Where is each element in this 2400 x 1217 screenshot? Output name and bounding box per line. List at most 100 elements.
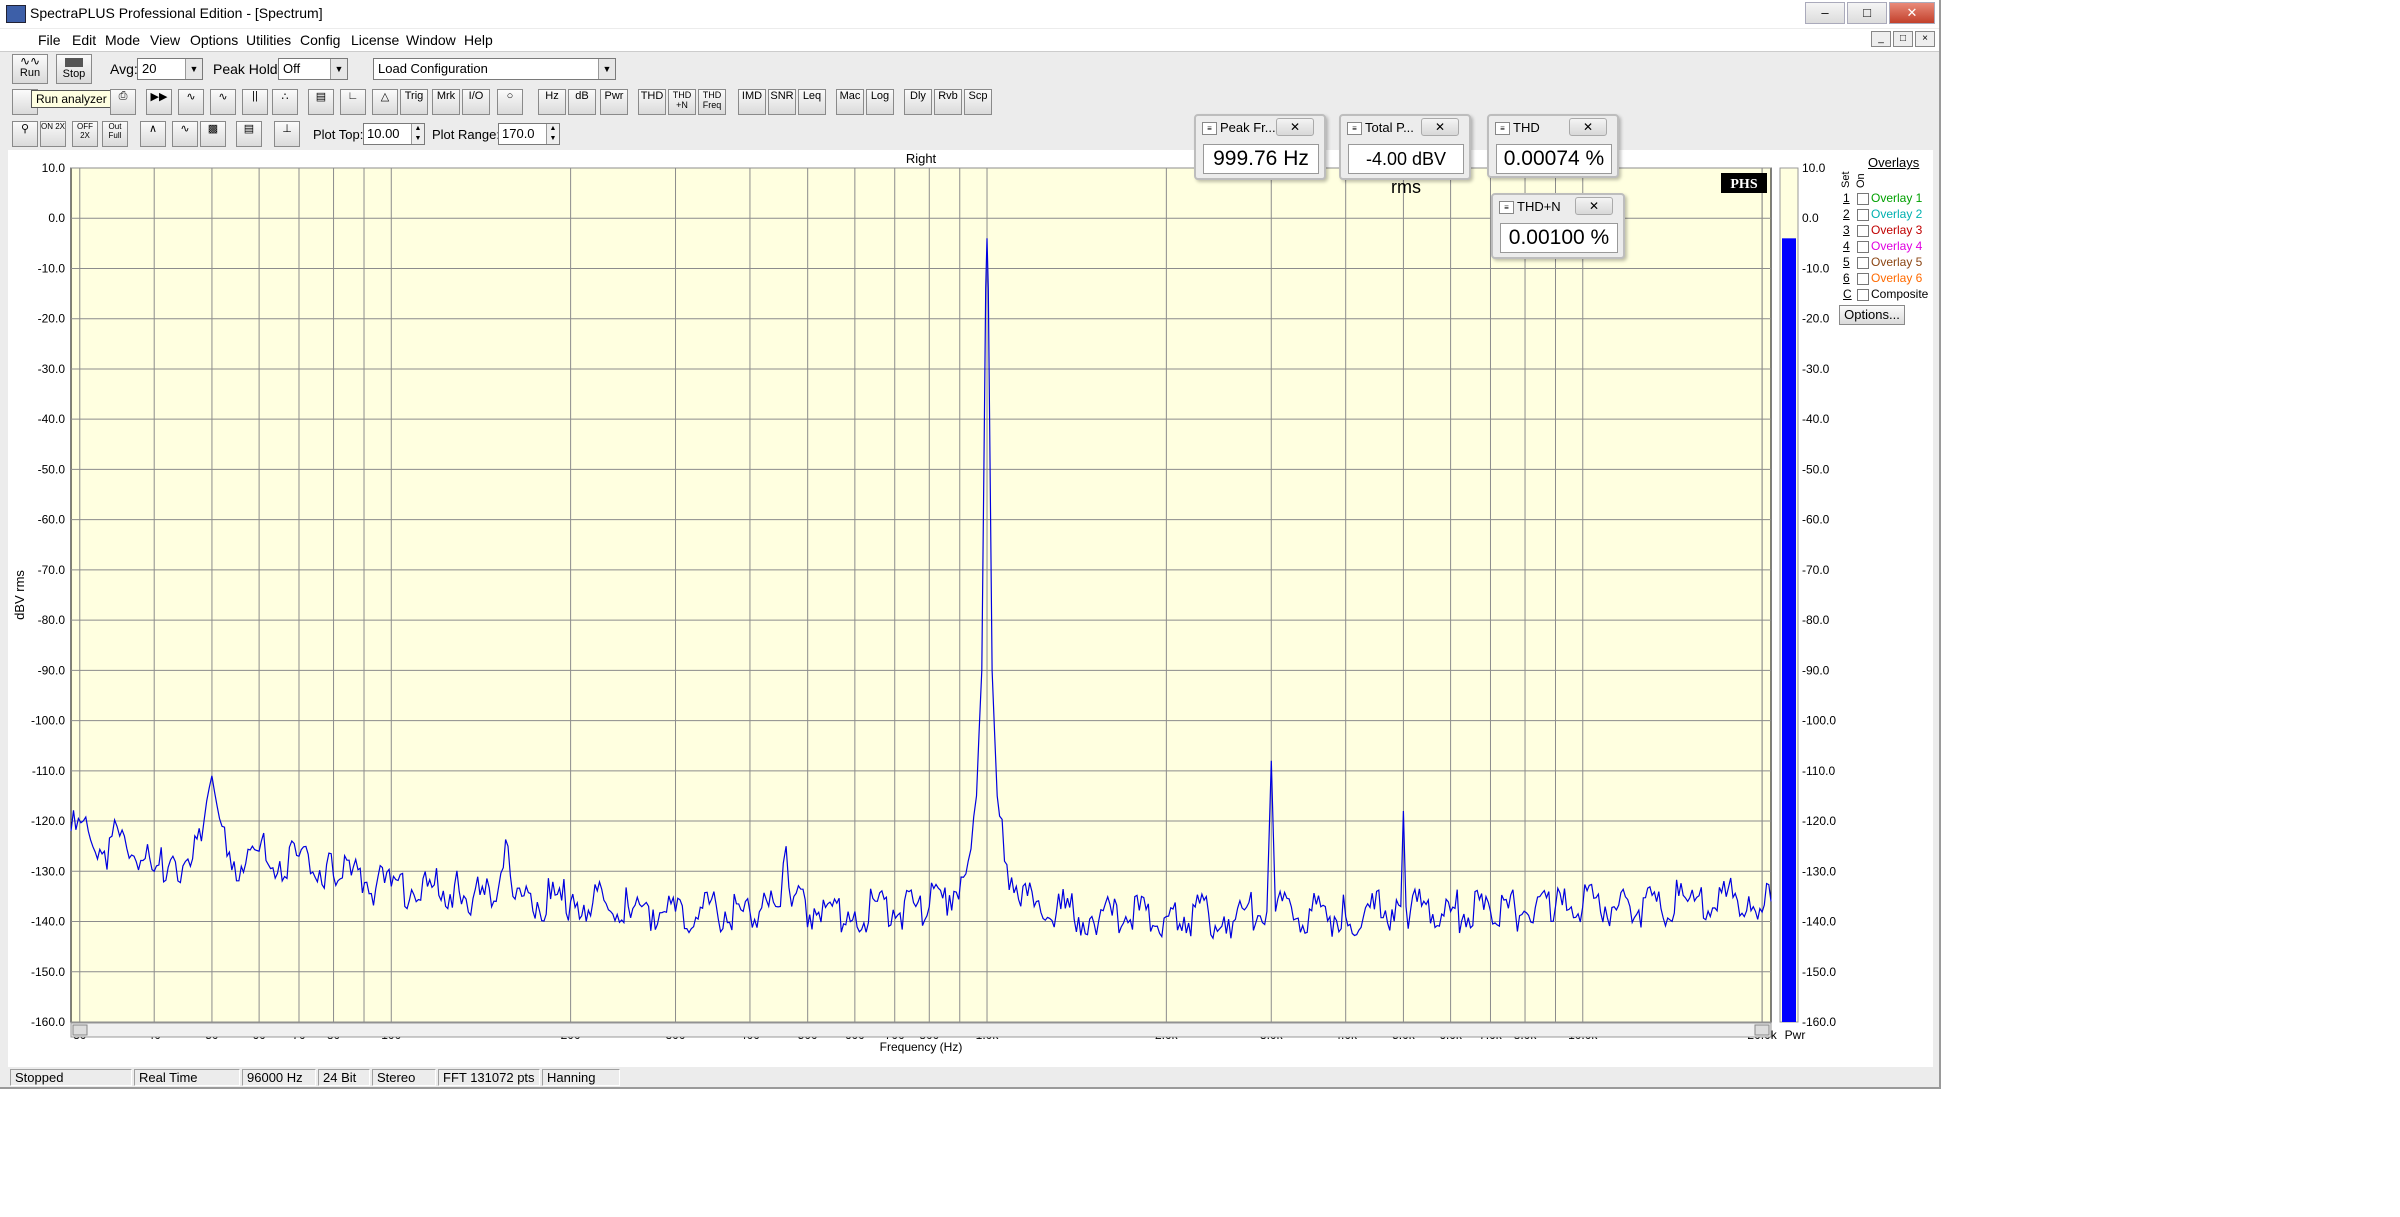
db-button[interactable]: dB [568,89,596,115]
log-button[interactable]: Log [866,89,894,115]
menu-config[interactable]: Config [300,32,340,48]
peak-icon[interactable]: ∧ [140,121,166,147]
plot-settings-icon[interactable]: ▤ [308,89,334,115]
mdi-close-button[interactable]: × [1915,31,1935,47]
zoom-icon[interactable]: ⚲ [12,121,38,147]
thd-title: THD [1513,120,1540,135]
meter-menu-icon[interactable]: ≡ [1499,201,1514,214]
peak-hold-select[interactable]: Off ▼ [278,58,348,80]
overlay-checkbox[interactable] [1857,289,1869,301]
menu-utilities[interactable]: Utilities [246,32,291,48]
weighting-icon[interactable]: △ [372,89,398,115]
table-icon[interactable]: ▤ [236,121,262,147]
thd-meter[interactable]: ≡ THD ✕ 0.00074 % [1487,114,1619,178]
reverb-button[interactable]: Rvb [934,89,962,115]
maximize-button[interactable]: □ [1847,2,1887,24]
run-button[interactable]: ∿∿ Run [12,54,48,84]
thd-plus-n-title: THD+N [1517,199,1561,214]
scroll-right-button [1754,1024,1770,1036]
close-icon[interactable]: ✕ [1276,118,1314,136]
overlay-checkbox[interactable] [1857,193,1869,205]
spinner-arrows-icon: ▲ ▼ [546,124,559,144]
overlay-set-number[interactable]: C [1843,287,1853,301]
zoom-out-full-button[interactable]: Out Full [102,121,128,147]
close-icon[interactable]: ✕ [1575,197,1613,215]
delay-button[interactable]: Dly [904,89,932,115]
waveform-icon[interactable]: ∿ [172,121,198,147]
plot-range-input[interactable]: 170.0 ▲ ▼ [498,123,560,145]
run-analyzer-tooltip: Run analyzer [31,90,112,108]
mdi-minimize-button[interactable]: _ [1871,31,1891,47]
print-icon[interactable]: ⎙ [110,89,136,115]
markers-button[interactable]: Mrk [432,89,460,115]
overlay-checkbox[interactable] [1857,225,1869,237]
close-icon[interactable]: ✕ [1421,118,1459,136]
menu-edit[interactable]: Edit [72,32,96,48]
phase-view-icon[interactable]: || [242,89,268,115]
menu-options[interactable]: Options [190,32,238,48]
total-power-meter[interactable]: ≡ Total P... ✕ -4.00 dBV rms [1339,114,1471,197]
db-label: dB [575,90,589,102]
scroll-left-button [72,1024,88,1036]
macro-button[interactable]: Mac [836,89,864,115]
io-button[interactable]: I/O [462,89,490,115]
overlay-set-number[interactable]: 3 [1843,223,1853,237]
imd-button[interactable]: IMD [738,89,766,115]
level-bar-tick-label: -100.0 [1802,714,1836,728]
snr-button[interactable]: SNR [768,89,796,115]
mdi-restore-button[interactable]: □ [1893,31,1913,47]
thdn-button[interactable]: THD +N [668,89,696,115]
menu-file[interactable]: File [38,32,61,48]
overlay-set-number[interactable]: 5 [1843,255,1853,269]
menu-view[interactable]: View [150,32,180,48]
thd-plus-n-meter[interactable]: ≡ THD+N ✕ 0.00100 % [1491,193,1625,259]
avg-select[interactable]: 20 ▼ [137,58,203,80]
close-icon[interactable]: ✕ [1569,118,1607,136]
menu-license[interactable]: License [351,32,399,48]
avg-value: 20 [142,61,157,76]
overlay-checkbox[interactable] [1857,273,1869,285]
bar-graph-icon[interactable]: ▩ [200,121,226,147]
overlay-set-number[interactable]: 1 [1843,191,1853,205]
time-series-icon[interactable]: ∿ [210,89,236,115]
meter-menu-icon[interactable]: ≡ [1495,122,1510,135]
meter-menu-icon[interactable]: ≡ [1347,122,1362,135]
forward-icon[interactable]: ▶▶ [146,89,172,115]
overlay-set-number[interactable]: 2 [1843,207,1853,221]
overlay-checkbox[interactable] [1857,209,1869,221]
thd-freq-button[interactable]: THD Freq [698,89,726,115]
meter-menu-icon[interactable]: ≡ [1202,122,1217,135]
zoom-on-2x-button[interactable]: ON 2X [40,121,66,147]
menu-mode[interactable]: Mode [105,32,140,48]
minimize-button[interactable]: – [1805,2,1845,24]
axis-icon[interactable]: ∟ [340,89,366,115]
signal-generator-icon[interactable]: ○ [497,89,523,115]
menu-window[interactable]: Window [406,32,456,48]
stop-button[interactable]: Stop [56,54,92,84]
zoom-on-2x-label: ON 2X [41,122,66,131]
overlay-set-number[interactable]: 4 [1843,239,1853,253]
spectrum-view-icon[interactable]: ∿ [178,89,204,115]
level-bar-tick-label: 0.0 [1802,211,1819,225]
trigger-button[interactable]: Trig [400,89,428,115]
overlay-set-number[interactable]: 6 [1843,271,1853,285]
menu-help[interactable]: Help [464,32,493,48]
overlay-checkbox[interactable] [1857,257,1869,269]
configuration-value: Load Configuration [378,61,488,76]
zoom-off-2x-button[interactable]: OFF 2X [72,121,98,147]
plot-top-input[interactable]: 10.00 ▲ ▼ [363,123,425,145]
pwr-label: Pwr [604,90,624,102]
overlay-checkbox[interactable] [1857,241,1869,253]
configuration-select[interactable]: Load Configuration ▼ [373,58,616,80]
spectrogram-icon[interactable]: ∴ [272,89,298,115]
thd-button[interactable]: THD [638,89,666,115]
scope-button[interactable]: Scp [964,89,992,115]
hz-button[interactable]: Hz [538,89,566,115]
pwr-button[interactable]: Pwr [600,89,628,115]
plot-top-value: 10.00 [367,126,400,141]
close-button[interactable]: ✕ [1889,2,1935,24]
overlay-options-button[interactable]: Options... [1839,305,1905,325]
marker-cursor-icon[interactable]: ⊥ [274,121,300,147]
leq-button[interactable]: Leq [798,89,826,115]
peak-frequency-meter[interactable]: ≡ Peak Fr... ✕ 999.76 Hz [1194,114,1326,180]
